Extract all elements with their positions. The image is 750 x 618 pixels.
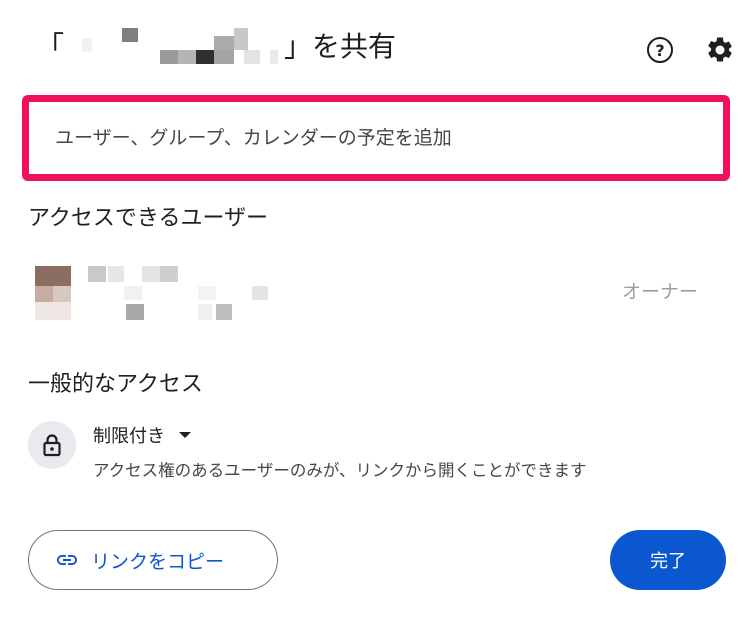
avatar (35, 266, 71, 322)
general-access-title: 一般的なアクセス (28, 372, 203, 397)
redacted-user-info (86, 266, 276, 322)
access-description: アクセス権のあるユーザーのみが、リンクから開くことができます (93, 461, 587, 480)
owner-role-label: オーナー (622, 281, 699, 303)
access-level-dropdown[interactable]: 制限付き (93, 421, 191, 449)
settings-gear-icon[interactable] (705, 35, 735, 65)
copy-link-button[interactable]: リンクをコピー (28, 530, 278, 590)
redacted-file-name (66, 24, 280, 70)
title-open-bracket: 「 (36, 30, 65, 63)
add-people-field-highlight (22, 95, 730, 181)
access-level-label: 制限付き (93, 426, 165, 447)
add-people-input[interactable] (55, 102, 713, 174)
link-icon (57, 555, 77, 565)
help-icon-glyph: ? (655, 40, 665, 60)
chevron-down-icon (179, 432, 191, 438)
dialog-title: 「 」を共有 (36, 22, 396, 72)
people-with-access-title: アクセスできるユーザー (28, 206, 269, 231)
done-button[interactable]: 完了 (610, 530, 726, 590)
copy-link-label: リンクをコピー (91, 550, 225, 573)
title-suffix: 」を共有 (284, 30, 397, 63)
share-dialog: 「 」を共有 ? アクセスできるユーザー (0, 0, 750, 618)
help-icon[interactable]: ? (647, 37, 673, 63)
lock-icon (28, 421, 76, 469)
